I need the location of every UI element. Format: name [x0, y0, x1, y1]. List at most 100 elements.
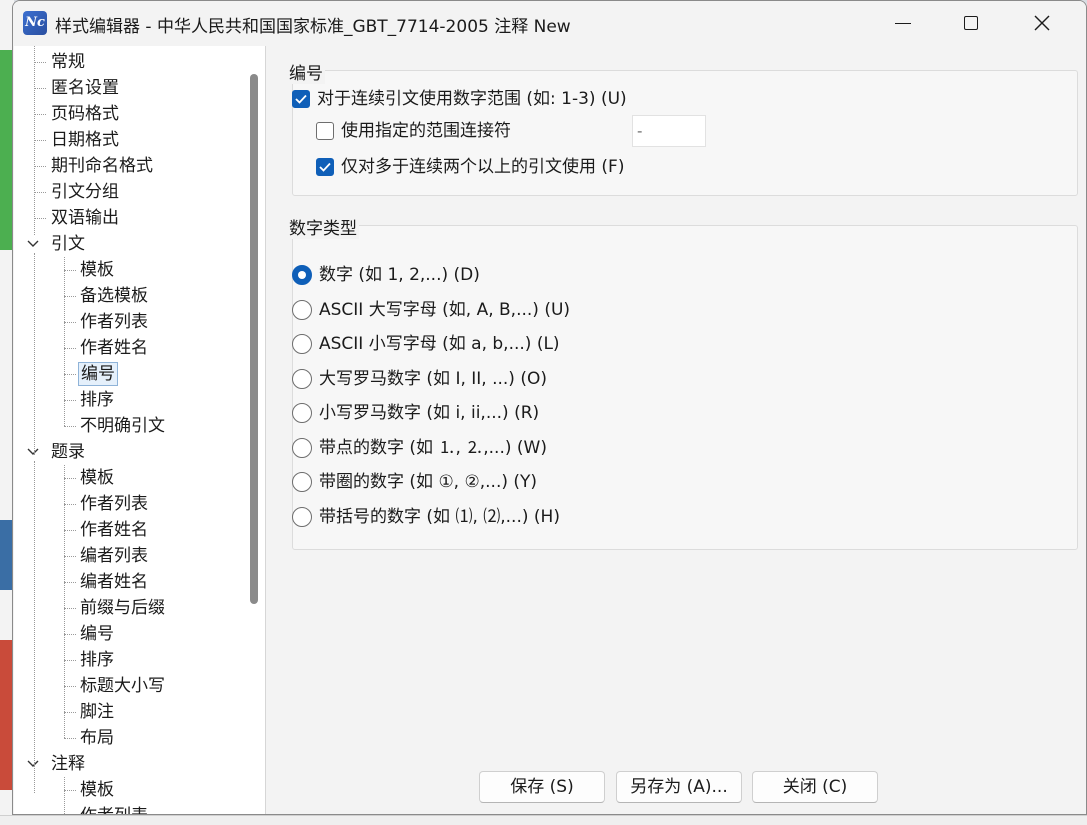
tree-item[interactable]: 脚注 [78, 699, 116, 725]
tree-root-line [34, 253, 35, 455]
use-range-checkbox[interactable] [292, 90, 310, 108]
tree-item[interactable]: 编号 [78, 621, 116, 647]
number-type-label: 小写罗马数字 (如 i, ii,...) (R) [319, 403, 540, 423]
range-connector-input[interactable] [632, 115, 706, 147]
tree-item[interactable]: 编者姓名 [78, 569, 150, 595]
tree-connector-line [64, 686, 76, 687]
tree-item[interactable]: 引文分组 [49, 179, 121, 205]
tree-item[interactable]: 日期格式 [49, 127, 121, 153]
tree-item[interactable]: 期刊命名格式 [49, 153, 155, 179]
tree-connector-line [64, 296, 76, 297]
window-title: 样式编辑器 - 中华人民共和国国家标准_GBT_7714-2005 注释 New [55, 17, 571, 37]
tree-connector-line [34, 166, 46, 167]
tree-item-label: 模板 [80, 260, 114, 280]
tree-item[interactable]: 编号 [78, 361, 118, 387]
tree-connector-line [34, 192, 46, 193]
chevron-down-icon [27, 448, 39, 455]
tree-item[interactable]: 排序 [78, 647, 116, 673]
tree-connector-line [64, 400, 76, 401]
tree-connector-line [64, 426, 76, 427]
tree-item-label: 作者列表 [80, 312, 148, 332]
tree-connector-line [64, 478, 76, 479]
chevron-down-icon [27, 240, 39, 247]
tree-item-label: 备选模板 [80, 286, 148, 306]
checkmark-icon [295, 94, 307, 104]
title-bar[interactable]: Nc 样式编辑器 - 中华人民共和国国家标准_GBT_7714-2005 注释 … [13, 1, 1086, 45]
number-type-radio[interactable] [292, 300, 312, 320]
tree-item-label: 模板 [80, 468, 114, 488]
close-icon [1034, 15, 1050, 31]
tree-item[interactable]: 常规 [49, 49, 87, 75]
only-more-than-two-checkbox[interactable] [316, 158, 334, 176]
tree-item[interactable]: 作者姓名 [78, 517, 150, 543]
tree-item-label: 编号 [80, 624, 114, 644]
tree-item-label: 页码格式 [51, 104, 119, 124]
number-type-radio[interactable] [292, 334, 312, 354]
number-type-radio[interactable] [292, 507, 312, 527]
tree-item-label: 注释 [51, 754, 85, 774]
tree-connector-line [64, 530, 76, 531]
tree-item[interactable]: 作者列表 [78, 309, 150, 335]
tree-expander[interactable] [26, 439, 40, 465]
tree-connector-line [64, 582, 76, 583]
tree-connector-line [34, 62, 46, 63]
tree-item[interactable]: 编者列表 [78, 543, 150, 569]
tree-item[interactable]: 引文 [49, 231, 87, 257]
tree-item[interactable]: 注释 [49, 751, 87, 777]
tree-item-label: 作者列表 [78, 805, 150, 814]
settings-content: 编号 对于连续引文使用数字范围 (如: 1-3) (U) 使用指定的范围连接符 … [267, 46, 1086, 814]
number-type-radio[interactable] [292, 369, 312, 389]
maximize-button[interactable] [948, 1, 994, 45]
tree-expander[interactable] [26, 231, 40, 257]
tree-item-label: 排序 [80, 390, 114, 410]
close-window-button[interactable] [1019, 1, 1065, 45]
number-type-label: 大写罗马数字 (如 I, II, ...) (O) [319, 369, 547, 389]
tree-connector-line [64, 322, 76, 323]
tree-item[interactable]: 题录 [49, 439, 87, 465]
tree-connector-line [64, 790, 76, 791]
chevron-down-icon [27, 760, 39, 767]
tree-item-label: 作者姓名 [80, 338, 148, 358]
tree-item[interactable]: 作者列表 [78, 803, 150, 814]
tree-item[interactable]: 模板 [78, 465, 116, 491]
tree-item-label: 模板 [80, 780, 114, 800]
number-type-radio[interactable] [292, 438, 312, 458]
save-as-button[interactable]: 另存为 (A)... [616, 771, 742, 803]
tree-item[interactable]: 标题大小写 [78, 673, 167, 699]
tree-item-label: 编号 [78, 362, 118, 386]
tree-item-label: 不明确引文 [80, 416, 165, 436]
tree-scrollbar-thumb[interactable] [250, 74, 258, 604]
tree-item[interactable]: 前缀与后缀 [78, 595, 167, 621]
tree-item[interactable]: 作者列表 [78, 491, 150, 517]
number-type-radio[interactable] [292, 403, 312, 423]
tree-item[interactable]: 不明确引文 [78, 413, 167, 439]
tree-item-label: 布局 [80, 728, 114, 748]
tree-connector-line [34, 114, 46, 115]
tree-item[interactable]: 双语输出 [49, 205, 121, 231]
number-type-label: 带括号的数字 (如 ⑴, ⑵,...) (H) [319, 507, 560, 527]
numbering-group-title: 编号 [287, 59, 325, 84]
minimize-icon [895, 23, 911, 24]
tree-item[interactable]: 匿名设置 [49, 75, 121, 101]
tree-item-label: 期刊命名格式 [51, 156, 153, 176]
number-type-radio[interactable] [292, 472, 312, 492]
tree-item-label: 作者姓名 [80, 520, 148, 540]
tree-item[interactable]: 页码格式 [49, 101, 121, 127]
close-button[interactable]: 关闭 (C) [752, 771, 878, 803]
settings-tree[interactable]: 常规 匿名设置 页码格式 日期格式 期刊命名格式 引文分组 双语输出 引文 模板 备选模板 作者列表… [14, 46, 266, 814]
tree-item[interactable]: 作者姓名 [78, 335, 150, 361]
custom-connector-checkbox[interactable] [316, 122, 334, 140]
tree-item[interactable]: 布局 [78, 725, 116, 751]
number-type-radio[interactable] [292, 265, 312, 285]
tree-item[interactable]: 备选模板 [78, 283, 150, 309]
tree-item[interactable]: 排序 [78, 387, 116, 413]
tree-expander[interactable] [26, 751, 40, 777]
tree-item[interactable]: 模板 [78, 777, 116, 803]
tree-connector-line [64, 634, 76, 635]
tree-connector-line [64, 504, 76, 505]
tree-item[interactable]: 模板 [78, 257, 116, 283]
save-button[interactable]: 保存 (S) [479, 771, 605, 803]
style-editor-window: Nc 样式编辑器 - 中华人民共和国国家标准_GBT_7714-2005 注释 … [12, 0, 1087, 815]
number-type-label: 带圈的数字 (如 ①, ②,...) (Y) [319, 472, 538, 492]
minimize-button[interactable] [880, 1, 926, 45]
